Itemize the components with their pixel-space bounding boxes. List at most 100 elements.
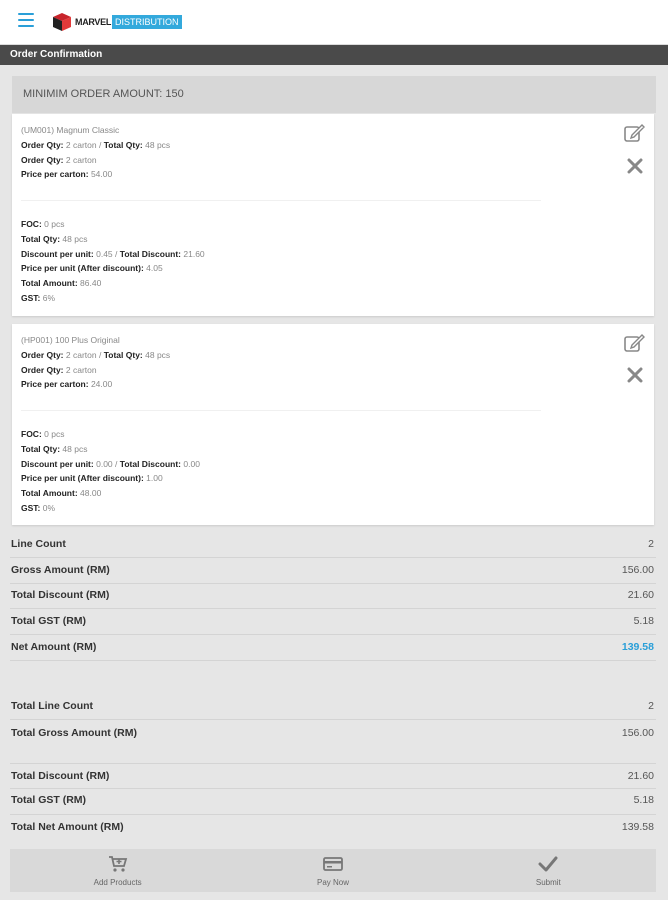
totals-row-discount: Total Discount (RM) 21.60 <box>10 764 656 789</box>
total-gross-amount-label: Total Gross Amount (RM) <box>11 727 137 739</box>
discount-label: Total Discount (RM) <box>11 589 110 601</box>
logo-cube-icon <box>53 13 71 31</box>
summary-row-net: Net Amount (RM) 139.58 <box>10 635 656 661</box>
summary-row-gst: Total GST (RM) 5.18 <box>10 609 656 635</box>
total-qty-value: 48 pcs <box>62 233 88 244</box>
total-discount-value: 21.60 <box>183 248 205 259</box>
total-qty-label: Total Qty: <box>21 233 61 244</box>
discount-unit-label: Discount per unit: <box>21 458 94 469</box>
close-icon[interactable] <box>626 366 644 384</box>
gst-total-value: 5.18 <box>633 615 654 627</box>
order-qty-label: Order Qty: <box>21 139 64 150</box>
price-carton-value: 24.00 <box>90 379 113 390</box>
line-count-label: Line Count <box>11 538 66 550</box>
cart-icon <box>108 856 127 872</box>
total-net-amount-label: Total Net Amount (RM) <box>11 821 124 833</box>
total-discount-label: Total Discount: <box>119 248 181 259</box>
total-amount-label: Total Amount: <box>21 488 78 499</box>
gross-amount-value: 156.00 <box>621 564 654 576</box>
order-item-card: (UM001) Magnum Classic Order Qty: 2 cart… <box>12 114 654 316</box>
total-line-count-value: 2 <box>648 700 654 712</box>
price-carton-line: Price per carton: 54.00 <box>21 167 170 182</box>
pay-now-button[interactable]: Pay Now <box>225 849 440 892</box>
discount-unit-value: 0.45 <box>96 248 113 259</box>
divider <box>21 410 541 411</box>
page-title: Order Confirmation <box>0 45 668 65</box>
submit-button[interactable]: Submit <box>441 849 656 892</box>
totals-row-gross: Total Gross Amount (RM) 156.00 <box>10 720 656 764</box>
total-amount-label: Total Amount: <box>21 278 78 289</box>
pay-now-label: Pay Now <box>316 878 349 887</box>
price-carton-line: Price per carton: 24.00 <box>21 377 170 392</box>
item-title: (HP001) 100 Plus Original <box>21 335 120 345</box>
gross-amount-label: Gross Amount (RM) <box>11 564 110 576</box>
order-qty-line: Order Qty: 2 carton / Total Qty: 48 pcs <box>21 348 170 363</box>
edit-icon[interactable] <box>623 333 645 353</box>
submit-label: Submit <box>535 878 561 887</box>
order-qty-value: 2 carton <box>65 139 97 150</box>
total-line-count-label: Total Line Count <box>11 700 94 712</box>
total-amount-value: 86.40 <box>80 278 102 289</box>
price-unit-value: 4.05 <box>146 263 163 274</box>
total-discount-value: 21.60 <box>627 770 654 782</box>
total-discount-value: 0.00 <box>183 458 200 469</box>
close-icon[interactable] <box>626 157 644 175</box>
total-qty-label: Total Qty: <box>103 349 143 360</box>
price-unit-value: 1.00 <box>146 473 163 484</box>
discount-unit-label: Discount per unit: <box>21 248 94 259</box>
menu-icon[interactable] <box>18 13 34 27</box>
line-count-value: 2 <box>648 538 654 550</box>
foc-value: 0 pcs <box>44 429 65 439</box>
bottom-nav: Add Products Pay Now Submit <box>10 849 656 892</box>
card-icon <box>323 857 343 871</box>
edit-icon[interactable] <box>623 123 645 143</box>
gst-value: 6% <box>42 292 56 303</box>
add-products-button[interactable]: Add Products <box>10 849 225 892</box>
total-gst-label: Total GST (RM) <box>11 794 87 806</box>
order-summary: Line Count 2 Gross Amount (RM) 156.00 To… <box>10 536 656 661</box>
order-item-card: (HP001) 100 Plus Original Order Qty: 2 c… <box>12 324 654 525</box>
total-discount-label: Total Discount (RM) <box>11 770 110 782</box>
net-amount-label: Net Amount (RM) <box>11 641 97 653</box>
price-carton-label: Price per carton: <box>21 169 89 180</box>
minimum-order-banner: MINIMIM ORDER AMOUNT: 150 <box>12 76 656 113</box>
order-qty-value: 2 carton <box>65 154 97 165</box>
check-icon <box>538 856 558 872</box>
item-title: (UM001) Magnum Classic <box>21 125 120 135</box>
summary-row-gross: Gross Amount (RM) 156.00 <box>10 558 656 584</box>
price-unit-label: Price per unit (After discount): <box>21 473 144 484</box>
total-gross-amount-value: 156.00 <box>621 727 654 739</box>
foc-value: 0 pcs <box>44 219 65 229</box>
gst-label: GST: <box>21 502 41 513</box>
add-products-label: Add Products <box>93 878 142 887</box>
price-carton-label: Price per carton: <box>21 379 89 390</box>
order-qty-line: Order Qty: 2 carton / Total Qty: 48 pcs <box>21 138 170 153</box>
top-bar: MARVEL DISTRIBUTION <box>0 0 668 45</box>
price-carton-value: 54.00 <box>90 169 113 180</box>
brand-word-1: MARVEL <box>75 17 112 27</box>
total-net-amount-value: 139.58 <box>621 821 654 833</box>
total-qty-value: 48 pcs <box>145 139 171 150</box>
totals-row-net: Total Net Amount (RM) 139.58 <box>10 815 656 841</box>
summary-row-discount: Total Discount (RM) 21.60 <box>10 584 656 609</box>
order-totals: Total Line Count 2 Total Gross Amount (R… <box>10 696 656 841</box>
order-qty-label: Order Qty: <box>21 364 64 375</box>
total-qty-label: Total Qty: <box>103 139 143 150</box>
total-qty-value: 48 pcs <box>145 349 171 360</box>
brand-logo[interactable]: MARVEL DISTRIBUTION <box>52 12 182 32</box>
total-amount-value: 48.00 <box>80 488 102 499</box>
gst-value: 0% <box>42 502 56 513</box>
brand-word-2: DISTRIBUTION <box>112 15 182 29</box>
order-qty-label: Order Qty: <box>21 349 64 360</box>
item-details-top: (HP001) 100 Plus Original Order Qty: 2 c… <box>21 333 170 392</box>
total-qty-value: 48 pcs <box>62 443 88 454</box>
order-qty-label: Order Qty: <box>21 154 64 165</box>
item-details-top: (UM001) Magnum Classic Order Qty: 2 cart… <box>21 123 170 182</box>
net-amount-value: 139.58 <box>621 641 654 653</box>
order-qty-value: 2 carton <box>65 364 97 375</box>
totals-row-gst: Total GST (RM) 5.18 <box>10 789 656 815</box>
divider <box>21 200 541 201</box>
total-gst-value: 5.18 <box>633 794 654 806</box>
total-qty-label: Total Qty: <box>21 443 61 454</box>
foc-label: FOC: <box>21 429 42 439</box>
